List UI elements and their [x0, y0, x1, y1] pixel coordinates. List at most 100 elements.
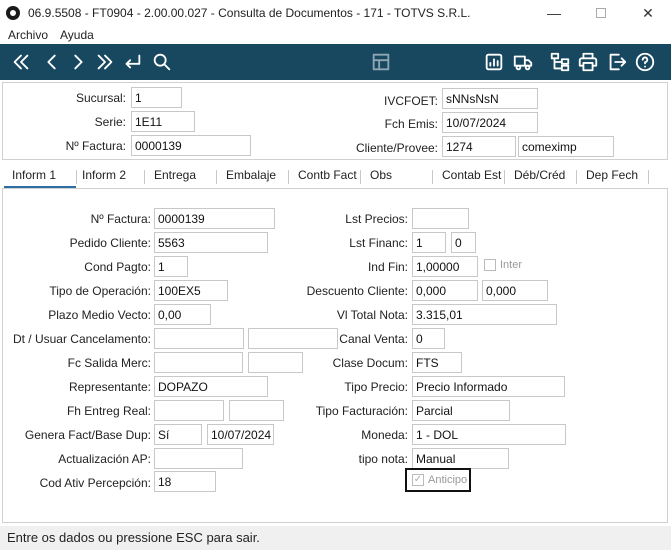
tab-bar: Inform 1 Inform 2 Entrega Embalaje Contb… [2, 166, 668, 189]
genera-fact-label: Genera Fact/Base Dup: [24, 428, 151, 442]
status-bar: Entre os dados ou pressione ESC para sai… [0, 526, 671, 550]
tipo-precio-label: Tipo Precio: [344, 380, 408, 394]
toolbar [0, 44, 671, 80]
fh-entreg-field-2[interactable] [229, 400, 284, 421]
serie-field[interactable]: 1E11 [131, 111, 195, 132]
menu-bar: Archivo Ayuda [0, 26, 671, 44]
ivcfoet-field[interactable]: sNNsNsN [442, 88, 538, 109]
lst-precios-field[interactable] [412, 208, 469, 229]
vl-total-nota-label: Vl Total Nota: [336, 308, 408, 322]
lst-financ-field-2[interactable]: 0 [451, 232, 476, 253]
descuento-field-1[interactable]: 0,000 [412, 280, 478, 301]
truck-icon[interactable] [511, 50, 535, 74]
descuento-field-2[interactable]: 0,000 [482, 280, 548, 301]
help-icon[interactable] [633, 50, 657, 74]
print-icon[interactable] [576, 50, 600, 74]
dt-cancel-field[interactable] [154, 328, 244, 349]
last-icon[interactable] [93, 50, 117, 74]
minimize-button[interactable]: — [531, 0, 577, 26]
cliente-name-field[interactable]: comeximp [518, 136, 614, 157]
vl-total-nota-field[interactable]: 3.315,01 [412, 304, 557, 325]
tipo-nota-label: tipo nota: [358, 452, 408, 466]
actualizacion-ap-label: Actualización AP: [58, 452, 151, 466]
tree-icon[interactable] [548, 50, 572, 74]
clase-docum-label: Clase Docum: [332, 356, 408, 370]
layout-icon[interactable] [369, 50, 393, 74]
base-dup-field[interactable]: 10/07/2024 [207, 424, 274, 445]
factura-header-field[interactable]: 0000139 [131, 135, 251, 156]
fch-emis-label: Fch Emis: [384, 117, 438, 131]
menu-ayuda[interactable]: Ayuda [60, 28, 94, 42]
previous-icon[interactable] [40, 50, 64, 74]
sucursal-field[interactable]: 1 [131, 87, 182, 108]
factura-label: Nº Factura: [90, 212, 151, 226]
ind-fin-label: Ind Fin: [367, 260, 408, 274]
tab-separator [216, 170, 217, 184]
actualizacion-ap-field[interactable] [154, 448, 243, 469]
fh-entreg-field-1[interactable] [154, 400, 224, 421]
next-icon[interactable] [66, 50, 90, 74]
tipo-nota-field[interactable]: Manual [412, 448, 509, 469]
tipo-facturacion-label: Tipo Facturación: [315, 404, 408, 418]
tab-separator [576, 170, 577, 184]
tab-separator [648, 170, 649, 184]
fc-salida-label: Fc Salida Merc: [67, 356, 151, 370]
tab-embalaje[interactable]: Embalaje [226, 168, 276, 188]
lst-precios-label: Lst Precios: [345, 212, 408, 226]
tab-separator [360, 170, 361, 184]
tipo-operacion-label: Tipo de Operación: [49, 284, 151, 298]
maximize-button[interactable] [578, 0, 624, 26]
anticipo-checkbox-box[interactable]: ✓ [412, 474, 424, 486]
tipo-facturacion-field[interactable]: Parcial [412, 400, 510, 421]
cod-ativ-field[interactable]: 18 [154, 471, 216, 492]
inter-checkbox[interactable]: Inter [484, 259, 522, 271]
title-bar: 06.9.5508 - FT0904 - 2.00.00.027 - Consu… [0, 0, 671, 26]
ivcfoet-label: IVCFOET: [383, 94, 438, 108]
moneda-label: Moneda: [361, 428, 408, 442]
return-icon[interactable] [120, 50, 144, 74]
tab-separator [432, 170, 433, 184]
tab-entrega[interactable]: Entrega [154, 168, 196, 188]
canal-venta-field[interactable]: 0 [412, 328, 445, 349]
tab-deb-cred[interactable]: Déb/Créd [514, 168, 565, 188]
inter-checkbox-box[interactable] [484, 259, 496, 271]
dt-usuar-cancel-label: Dt / Usuar Cancelamento: [12, 332, 151, 346]
lst-financ-field-1[interactable]: 1 [412, 232, 446, 253]
cliente-code-field[interactable]: 1274 [442, 136, 516, 157]
fch-emis-field[interactable]: 10/07/2024 [442, 112, 538, 133]
genera-fact-field[interactable]: Sí [154, 424, 202, 445]
tipo-operacion-field[interactable]: 100EX5 [154, 280, 228, 301]
plazo-medio-label: Plazo Medio Vecto: [48, 308, 151, 322]
tab-separator [504, 170, 505, 184]
tab-dep-fech[interactable]: Dep Fech [586, 168, 638, 188]
cond-pagto-field[interactable]: 1 [154, 256, 188, 277]
canal-venta-label: Canal Venta: [339, 332, 408, 346]
report-icon[interactable] [482, 50, 506, 74]
pedido-cliente-field[interactable]: 5563 [154, 232, 268, 253]
factura-field[interactable]: 0000139 [154, 208, 275, 229]
anticipo-checkbox[interactable]: ✓ Anticipo [412, 474, 467, 486]
tab-inform-2[interactable]: Inform 2 [82, 168, 126, 188]
menu-archivo[interactable]: Archivo [8, 28, 48, 42]
first-icon[interactable] [9, 50, 33, 74]
search-icon[interactable] [150, 50, 174, 74]
ind-fin-field[interactable]: 1,00000 [412, 256, 478, 277]
clase-docum-field[interactable]: FTS [412, 352, 462, 373]
moneda-field[interactable]: 1 - DOL [412, 424, 566, 445]
fh-entreg-label: Fh Entreg Real: [66, 404, 151, 418]
tab-contb-fact[interactable]: Contb Fact [298, 168, 357, 188]
tab-inform-1[interactable]: Inform 1 [4, 168, 76, 188]
sucursal-label: Sucursal: [75, 91, 126, 105]
representante-field[interactable]: DOPAZO [154, 376, 268, 397]
anticipo-checkbox-label: Anticipo [428, 474, 468, 486]
window-title: 06.9.5508 - FT0904 - 2.00.00.027 - Consu… [28, 6, 471, 20]
inter-checkbox-label: Inter [500, 259, 523, 271]
tipo-precio-field[interactable]: Precio Informado [412, 376, 565, 397]
close-button[interactable]: ✕ [625, 0, 671, 26]
exit-icon[interactable] [605, 50, 629, 74]
fc-salida-field-1[interactable] [154, 352, 243, 373]
tab-obs[interactable]: Obs [370, 168, 392, 188]
representante-label: Representante: [68, 380, 151, 394]
tab-contab-est[interactable]: Contab Est [442, 168, 501, 188]
plazo-medio-field[interactable]: 0,00 [154, 304, 211, 325]
